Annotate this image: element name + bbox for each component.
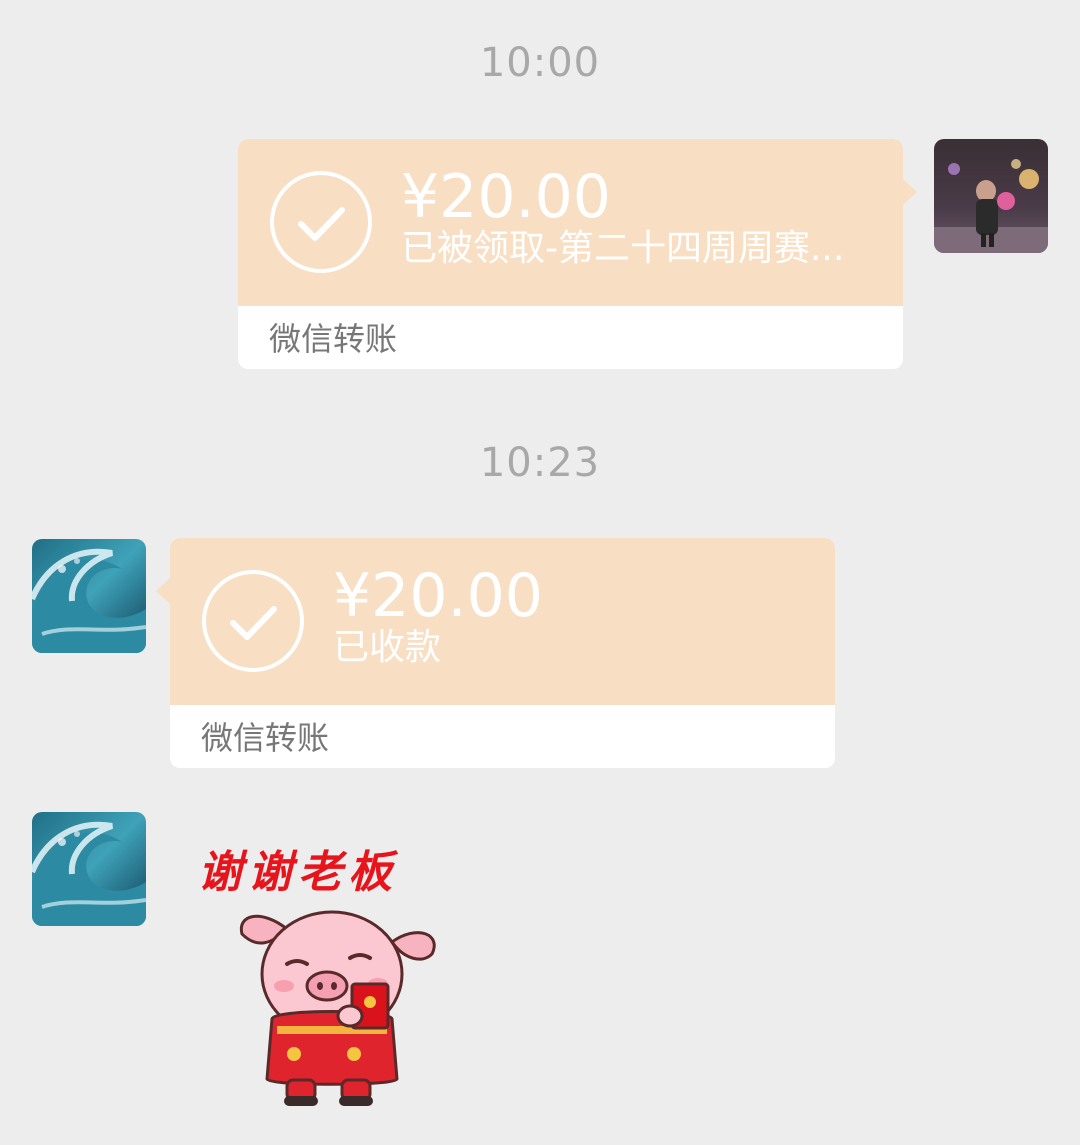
transfer-card-received[interactable]: ¥20.00 已收款 微信转账 bbox=[156, 538, 835, 768]
transfer-status: 已被领取-第二十四周周赛... bbox=[401, 228, 845, 269]
transfer-card-footer: 微信转账 bbox=[201, 719, 330, 757]
transfer-card-sent[interactable]: ¥20.00 已被领取-第二十四周周赛... 微信转账 bbox=[238, 139, 917, 369]
contact-avatar[interactable] bbox=[32, 812, 146, 926]
transfer-card-footer: 微信转账 bbox=[269, 320, 398, 358]
transfer-amount: ¥20.00 bbox=[401, 162, 611, 232]
timestamp: 10:00 bbox=[479, 40, 601, 86]
contact-avatar[interactable] bbox=[32, 539, 146, 653]
check-circle-icon bbox=[202, 570, 304, 672]
bubble-tail bbox=[903, 179, 917, 205]
bubble-tail bbox=[156, 578, 170, 604]
pig-sticker-icon bbox=[239, 910, 436, 1106]
check-circle-icon bbox=[270, 171, 372, 273]
sticker-caption: 谢谢老板 bbox=[198, 847, 398, 898]
user-avatar[interactable] bbox=[934, 139, 1048, 253]
transfer-card-header: ¥20.00 已被领取-第二十四周周赛... bbox=[238, 139, 917, 306]
transfer-card-header: ¥20.00 已收款 bbox=[156, 538, 835, 705]
timestamp: 10:23 bbox=[479, 440, 601, 486]
sticker-message[interactable]: 谢谢老板 bbox=[198, 826, 458, 1116]
transfer-status: 已收款 bbox=[333, 627, 442, 668]
transfer-amount: ¥20.00 bbox=[333, 561, 543, 631]
